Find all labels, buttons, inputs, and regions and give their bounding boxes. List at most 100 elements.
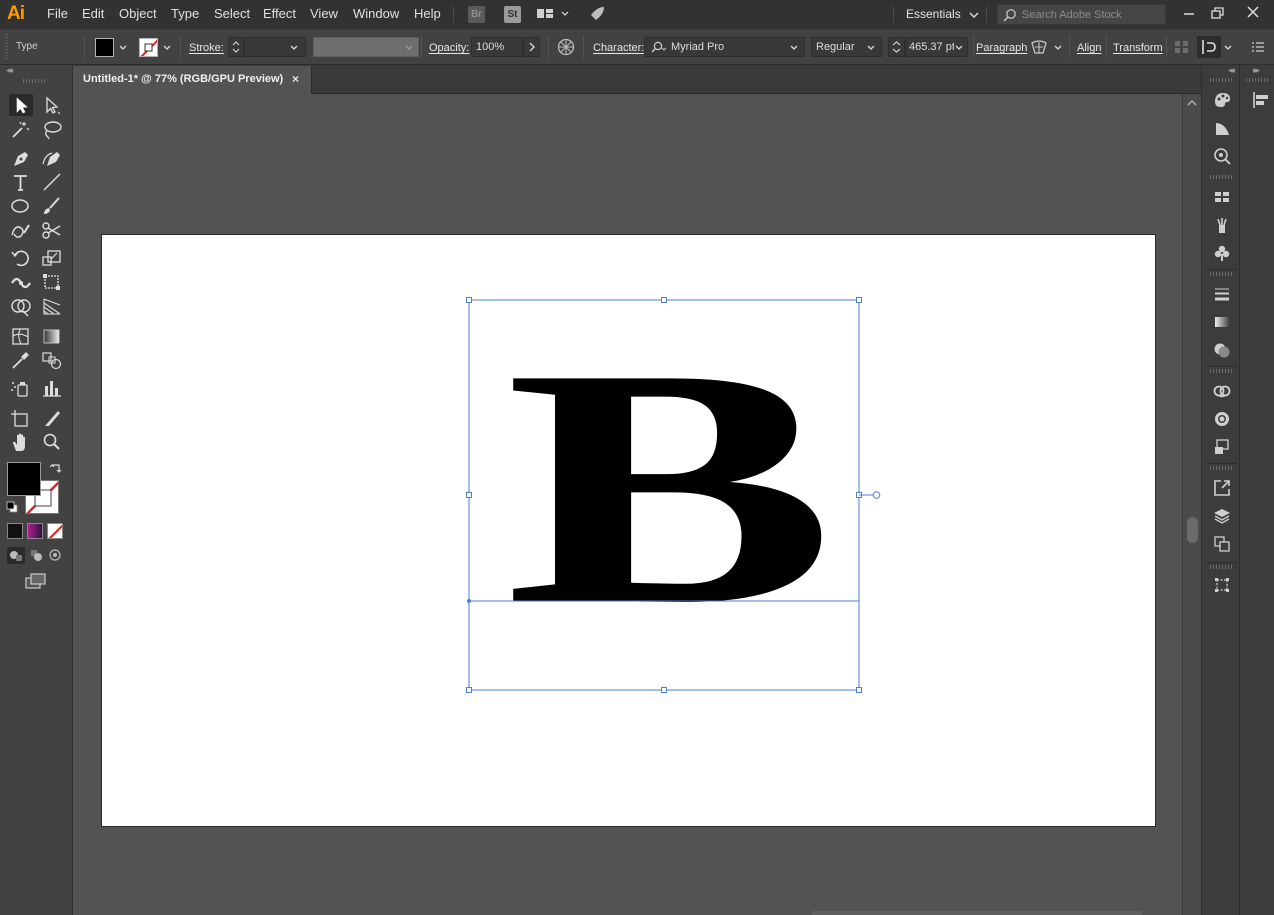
gradient-mode-button[interactable] [27,523,43,539]
dock-grip[interactable] [1210,466,1232,470]
artboard[interactable]: B [102,235,1155,826]
opacity-label[interactable]: Opacity: [429,41,469,55]
baseline-anchor[interactable] [467,599,471,603]
handle-bottom-right[interactable] [856,687,862,693]
handle-top-left[interactable] [466,297,472,303]
opentype-icon[interactable] [1029,38,1049,56]
hand-tool[interactable] [9,431,33,453]
draw-behind-icon[interactable] [28,547,46,564]
menu-window[interactable]: Window [353,6,399,22]
slice-tool[interactable] [40,407,64,429]
color-themes-panel-icon[interactable] [1212,146,1232,166]
handle-top-center[interactable] [661,297,667,303]
change-screen-mode-icon[interactable] [24,572,48,590]
mesh-tool[interactable] [9,325,33,347]
rotate-tool[interactable] [9,247,33,269]
export-panel-icon[interactable] [1212,478,1232,498]
collapse-tools-icon[interactable]: ◂◂ [6,65,13,76]
gradient-panel-icon[interactable] [1212,312,1232,332]
eyedropper-tool[interactable] [9,349,33,371]
dock-grip[interactable] [1210,369,1232,373]
color-mode-button[interactable] [7,523,23,539]
character-label[interactable]: Character: [593,41,644,55]
symbol-sprayer-tool[interactable] [9,377,33,399]
text-glyph[interactable]: B [505,298,835,675]
selection-tool[interactable] [9,94,33,116]
collapse-dock-icon[interactable]: ▸▸ [1253,65,1260,76]
document-tab[interactable]: Untitled-1* @ 77% (RGB/GPU Preview) × [73,66,312,94]
menu-select[interactable]: Select [214,6,250,22]
document-setup-button[interactable] [1197,36,1221,58]
menu-file[interactable]: File [47,6,68,22]
magic-wand-tool[interactable] [9,119,33,141]
isolate-object-icon[interactable] [1173,39,1191,55]
swap-fill-stroke-icon[interactable] [49,461,63,475]
font-size-input[interactable]: 465.37 pt [905,37,968,57]
none-mode-button[interactable] [47,523,63,539]
stock-search-input[interactable] [1022,7,1162,22]
zoom-tool[interactable] [40,431,64,453]
font-style-select[interactable]: Regular [811,37,882,57]
close-document-icon[interactable]: × [292,72,299,86]
symbols-panel-icon[interactable] [1212,243,1232,263]
scissors-tool[interactable] [40,219,64,241]
lasso-tool[interactable] [40,119,64,141]
type-tool[interactable] [9,171,33,193]
paragraph-label[interactable]: Paragraph [976,41,1027,55]
dock-grip[interactable] [1210,175,1232,179]
color-panel-icon[interactable] [1212,90,1232,110]
artboard-tool[interactable] [9,407,33,429]
close-window-button[interactable] [1243,3,1265,23]
libraries-panel-icon[interactable] [1212,381,1232,401]
layers-panel-icon[interactable] [1212,506,1232,526]
shaper-tool[interactable] [9,219,33,241]
line-segment-tool[interactable] [40,171,64,193]
draw-inside-icon[interactable] [47,547,65,564]
ellipse-tool[interactable] [9,195,33,217]
stroke-weight-stepper[interactable] [228,37,244,57]
canvas-pasteboard[interactable]: B [73,94,1182,915]
tools-panel-grip[interactable] [23,79,47,83]
vertical-scroll-thumb[interactable] [1187,517,1198,543]
curvature-tool[interactable] [40,147,64,169]
stroke-weight-input[interactable] [244,37,306,57]
free-transform-tool[interactable] [40,271,64,293]
selected-text-object[interactable]: B [102,235,1155,826]
appearance-panel-icon[interactable] [1212,409,1232,429]
restore-button[interactable] [1208,3,1230,23]
gpu-performance-button[interactable] [586,5,606,23]
color-guide-panel-icon[interactable] [1212,118,1232,138]
pen-tool[interactable] [9,147,33,169]
direct-selection-tool[interactable] [40,94,64,116]
chevron-down-icon[interactable] [118,43,128,53]
menu-help[interactable]: Help [414,6,441,22]
perspective-grid-tool[interactable] [40,295,64,317]
menu-edit[interactable]: Edit [82,6,104,22]
stroke-label[interactable]: Stroke: [189,41,224,55]
workspace-switcher[interactable]: Essentials [906,6,980,22]
font-size-stepper[interactable] [888,37,905,57]
graphic-styles-panel-icon[interactable] [1212,437,1232,457]
transparency-panel-icon[interactable] [1212,340,1232,360]
chevron-down-icon[interactable] [1223,43,1233,53]
variable-width-profile[interactable] [313,37,419,57]
chevron-down-icon[interactable] [162,43,172,53]
brushes-panel-icon[interactable] [1212,215,1232,235]
chevron-down-icon[interactable] [1053,43,1063,53]
artboards-panel-icon[interactable] [1212,534,1232,554]
control-bar-grip[interactable] [5,34,8,60]
chevron-up-icon[interactable] [1183,96,1201,110]
transform-label[interactable]: Transform [1113,41,1163,55]
menu-object[interactable]: Object [119,6,157,22]
stock-button[interactable]: St [504,6,521,23]
column-graph-tool[interactable] [40,377,64,399]
vertical-scrollbar[interactable] [1182,94,1201,915]
handle-top-right[interactable] [856,297,862,303]
stock-search[interactable] [997,4,1166,25]
fill-color-swatch[interactable] [95,38,114,57]
fill-color-box[interactable] [7,462,41,496]
font-family-select[interactable]: Myriad Pro [644,37,805,57]
shape-builder-tool[interactable] [9,295,33,317]
align-panel-icon[interactable] [1251,90,1271,110]
handle-bottom-center[interactable] [661,687,667,693]
